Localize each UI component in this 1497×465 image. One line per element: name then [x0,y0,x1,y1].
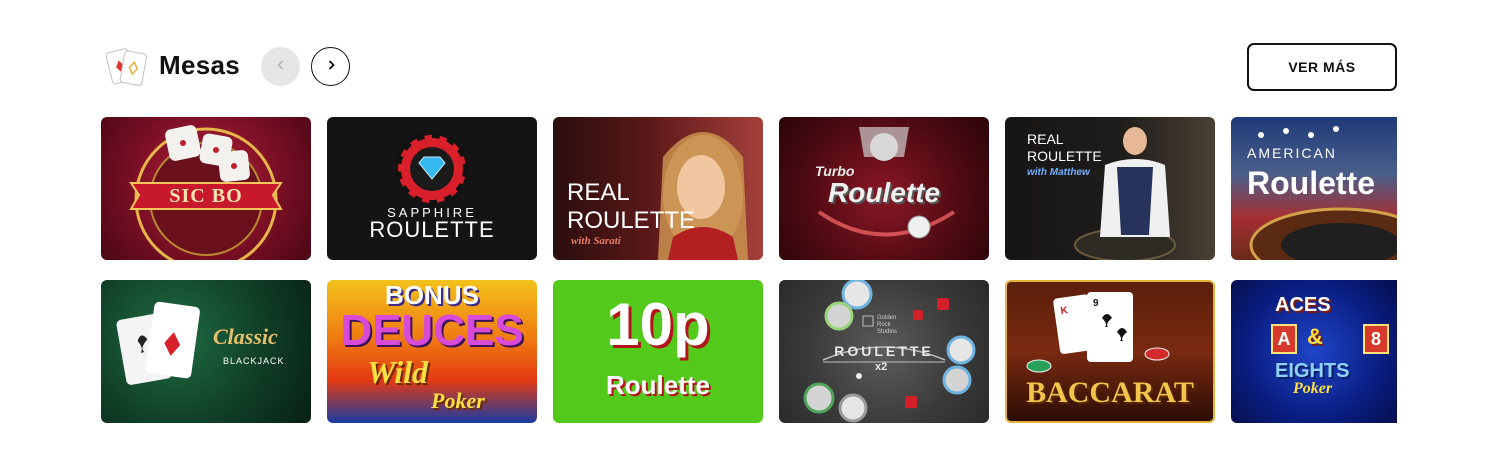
game-tile-10p-roulette[interactable]: 10p Roulette [553,280,763,423]
games-grid: SIC BO SAPPHIRE ROULETTE REAL ROULETTE w… [101,117,1397,423]
game-title: REAL [567,179,630,206]
game-tile-bonus-deuces-wild[interactable]: BONUS DEUCES Wild Poker [327,280,537,423]
studio-logo: Golden Rock Studios [877,315,897,336]
studio-logo-text: Studios [877,329,898,335]
game-tile-sapphire-roulette[interactable]: SAPPHIRE ROULETTE [327,117,537,260]
game-title: with Sarati [571,235,621,247]
game-tile-turbo-roulette[interactable]: Turbo Roulette [779,117,989,260]
game-title: with Matthew [1027,167,1090,178]
section-title: Mesas [159,50,240,80]
game-tile-classic-blackjack[interactable]: Classic BLACKJACK [101,280,311,423]
game-title: Roulette [606,370,710,400]
game-tile-real-roulette-matthew[interactable]: REAL ROULETTE with Matthew [1005,117,1215,260]
see-more-button[interactable]: VER MÁS [1247,43,1397,91]
svg-text:9: 9 [1093,298,1099,309]
game-title: Wild [367,354,429,390]
carousel-prev-button[interactable] [261,47,300,86]
game-tile-baccarat[interactable]: K 9 BACCARAT [1005,280,1215,423]
game-title: 8 [1363,324,1389,354]
game-title: Classic [213,324,278,349]
carousel-next-button[interactable] [311,47,350,86]
game-title: REAL [1027,131,1064,147]
game-tile-roulette-x2[interactable]: Golden Rock Studios ROULETTE x2 [779,280,989,423]
game-title: DEUCES [340,306,524,355]
game-title: BLACKJACK [223,356,285,366]
chevron-right-icon [325,58,337,76]
game-tile-sic-bo[interactable]: SIC BO [101,117,311,260]
game-title: Roulette [1247,165,1375,201]
game-title: 10p [606,291,710,358]
game-title: Poker [431,388,485,413]
cards-icon [104,44,150,90]
game-title: ROULETTE [567,207,696,234]
game-title: AMERICAN [1247,145,1337,161]
game-title: & [1307,324,1323,349]
game-title: x2 [875,361,888,373]
studio-logo-text: Rock [877,322,891,328]
game-title: ROULETTE [834,343,934,359]
game-title: Roulette [828,177,940,208]
game-title: ROULETTE [1027,148,1102,164]
game-title: BACCARAT [1026,376,1194,409]
game-title: ROULETTE [369,217,495,242]
game-tile-real-roulette-sarati[interactable]: REAL ROULETTE with Sarati [553,117,763,260]
game-tile-american-roulette[interactable]: AMERICAN Roulette [1231,117,1397,260]
game-title: SIC BO [169,185,243,207]
studio-logo-text: Golden [877,315,897,321]
game-tile-aces-eights[interactable]: ACES A & 8 EIGHTS Poker [1231,280,1397,423]
game-title: ACES [1275,294,1331,316]
game-title: A [1271,324,1297,354]
game-title: Poker [1293,380,1333,397]
chevron-left-icon [275,58,287,76]
